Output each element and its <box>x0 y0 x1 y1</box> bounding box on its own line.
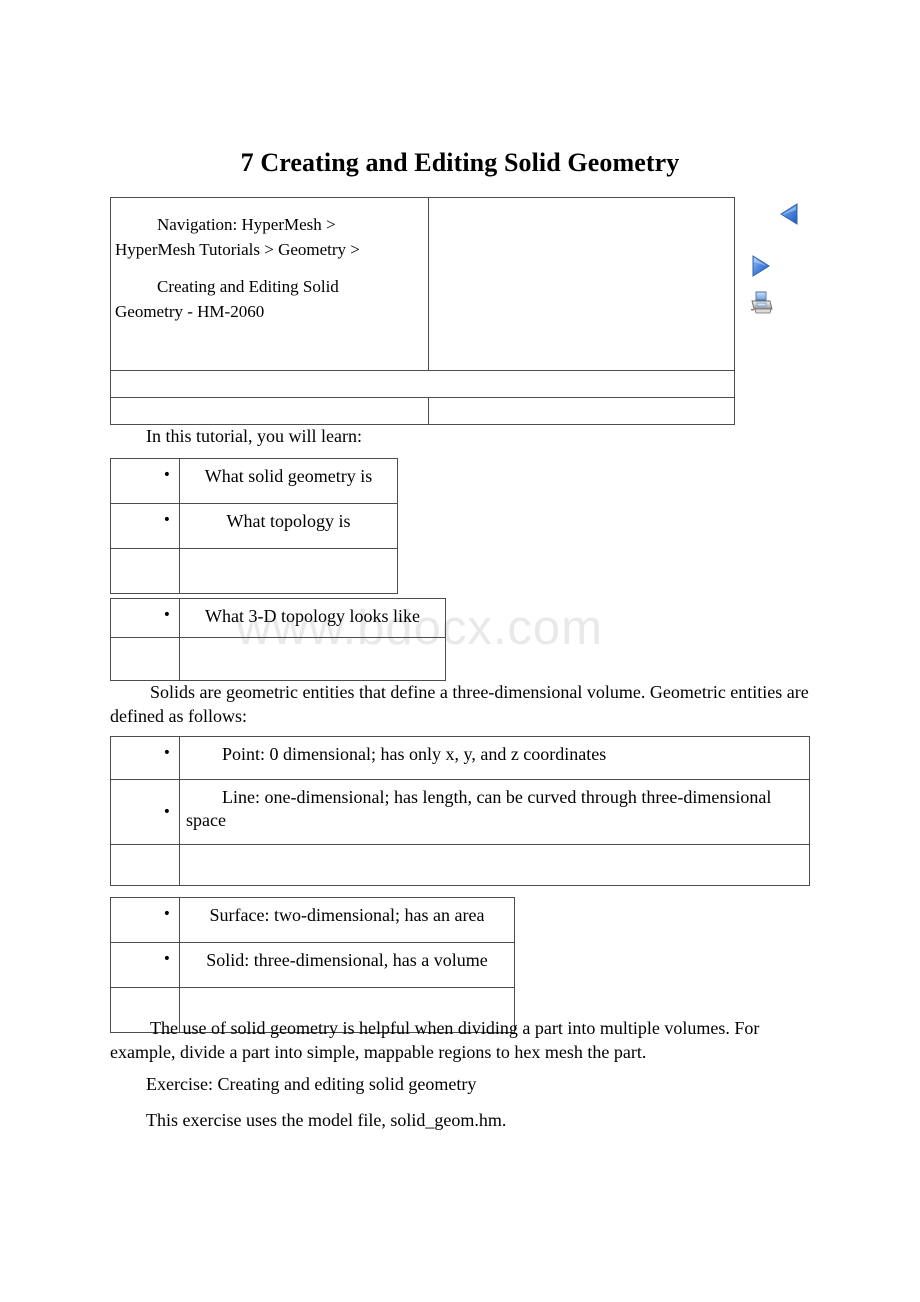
navigation-spacer-cell <box>110 370 735 398</box>
breadcrumb-line-1: Navigation: HyperMesh > <box>157 215 336 234</box>
list-item-label: What 3-D topology looks like <box>179 598 446 638</box>
bullet-cell: • <box>110 503 180 549</box>
navigation-footer-cell-right <box>428 397 735 425</box>
list-item: • What topology is <box>110 503 398 549</box>
intro-paragraph: In this tutorial, you will learn: <box>146 426 362 446</box>
previous-arrow-icon[interactable] <box>778 201 802 232</box>
empty-cell <box>179 844 810 886</box>
navigation-table: Navigation: HyperMesh > HyperMesh Tutori… <box>110 197 798 425</box>
list-item-label: Solid: three-dimensional, has a volume <box>179 942 515 988</box>
bullet-icon: • <box>162 607 171 623</box>
usage-paragraph: The use of solid geometry is helpful whe… <box>110 1018 760 1062</box>
breadcrumb-line-2: HyperMesh Tutorials > Geometry > <box>115 240 360 259</box>
list-item: • Point: 0 dimensional; has only x, y, a… <box>110 736 810 780</box>
list-item: • Surface: two-dimensional; has an area <box>110 897 515 943</box>
page-title: 7 Creating and Editing Solid Geometry <box>240 148 680 177</box>
document-page: www.bdocx.com 7 Creating and Editing Sol… <box>0 0 920 1302</box>
empty-cell <box>110 637 180 681</box>
navigation-breadcrumb-cell: Navigation: HyperMesh > HyperMesh Tutori… <box>110 197 429 371</box>
empty-cell <box>110 844 180 886</box>
list-item: • What 3-D topology looks like <box>110 598 446 638</box>
list-item-label: Point: 0 dimensional; has only x, y, and… <box>179 736 810 780</box>
table-row <box>110 548 398 594</box>
breadcrumb-line-4: Geometry - HM-2060 <box>115 302 265 321</box>
bullet-icon: • <box>162 467 171 483</box>
list-item-label: Surface: two-dimensional; has an area <box>179 897 515 943</box>
empty-cell <box>179 548 398 594</box>
bullet-icon: • <box>162 804 171 820</box>
bullet-cell: • <box>110 458 180 504</box>
bullet-cell: • <box>110 897 180 943</box>
topology-objectives-table: • What 3-D topology looks like <box>110 598 446 681</box>
exercise-paragraph: Exercise: Creating and editing solid geo… <box>146 1074 477 1094</box>
entity-definitions-table-b: • Surface: two-dimensional; has an area … <box>110 897 515 1033</box>
model-file-paragraph: This exercise uses the model file, solid… <box>146 1110 507 1130</box>
learning-objectives-table: • What solid geometry is • What topology… <box>110 458 398 594</box>
list-item-label: What topology is <box>179 503 398 549</box>
breadcrumb-gap <box>115 262 420 274</box>
breadcrumb-line-3: Creating and Editing Solid <box>157 277 339 296</box>
empty-cell <box>179 637 446 681</box>
bullet-icon: • <box>162 951 171 967</box>
bullet-cell: • <box>110 598 180 638</box>
solids-paragraph: Solids are geometric entities that defin… <box>110 682 809 726</box>
next-arrow-icon[interactable] <box>748 253 772 284</box>
breadcrumb: Navigation: HyperMesh > HyperMesh Tutori… <box>115 212 420 324</box>
bullet-icon: • <box>162 512 171 528</box>
table-row: Navigation: HyperMesh > HyperMesh Tutori… <box>110 197 798 371</box>
bullet-cell: • <box>110 942 180 988</box>
list-item: • Solid: three-dimensional, has a volume <box>110 942 515 988</box>
list-item-label: What solid geometry is <box>179 458 398 504</box>
bullet-cell: • <box>110 779 180 845</box>
list-item-label: Line: one-dimensional; has length, can b… <box>179 779 810 845</box>
navigation-icons-cell <box>428 197 798 371</box>
bullet-icon: • <box>162 906 171 922</box>
list-item: • Line: one-dimensional; has length, can… <box>110 779 810 845</box>
table-row <box>110 637 446 681</box>
bullet-cell: • <box>110 736 180 780</box>
empty-cell <box>110 548 180 594</box>
bullet-icon: • <box>162 745 171 761</box>
list-item: • What solid geometry is <box>110 458 398 504</box>
table-row <box>110 397 735 425</box>
table-row <box>110 370 735 398</box>
table-row <box>110 844 810 886</box>
print-icon[interactable] <box>749 290 775 321</box>
entity-definitions-table-a: • Point: 0 dimensional; has only x, y, a… <box>110 736 810 886</box>
navigation-footer-cell-left <box>110 397 429 425</box>
